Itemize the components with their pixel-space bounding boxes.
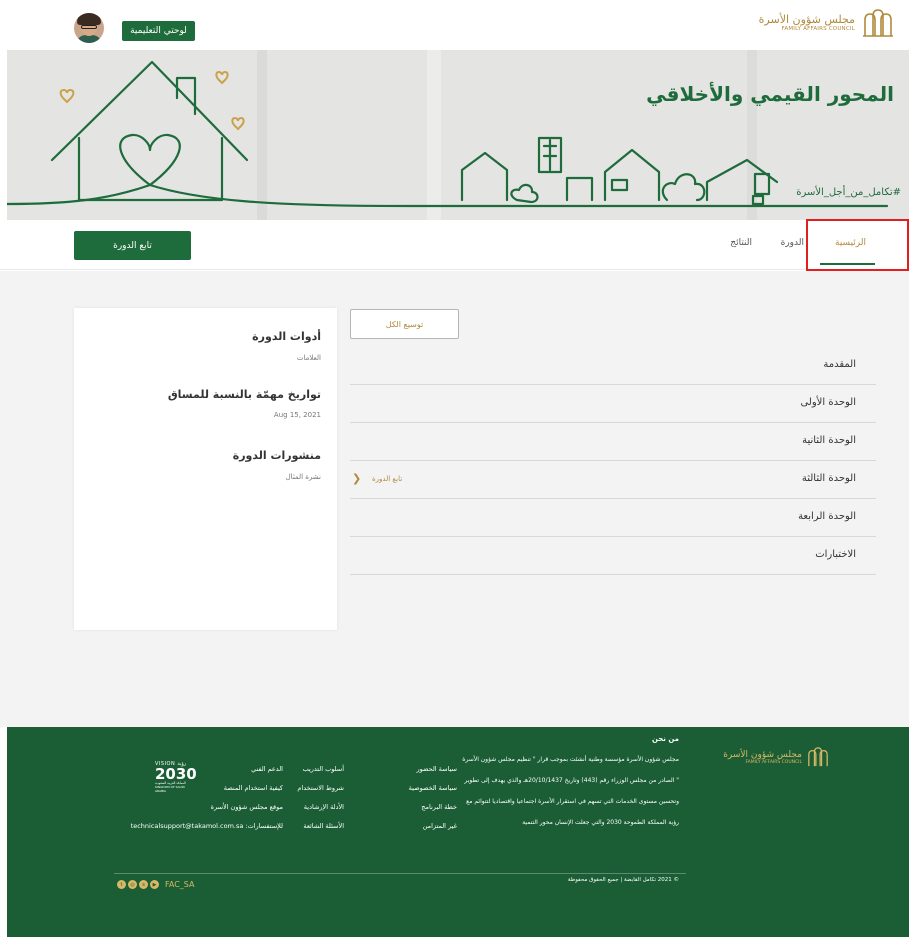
unit-1[interactable]: الوحدة الأولى — [350, 385, 876, 423]
footer-logo[interactable]: مجلس شؤون الأسرة FAMILY AFFAIRS COUNCIL — [723, 745, 830, 769]
unit-name: الوحدة الأولى — [800, 397, 856, 408]
about-text: مجلس شؤون الأسرة مؤسسة وطنية أنشئت بموجب… — [462, 756, 679, 826]
unit-intro[interactable]: المقدمة — [350, 347, 876, 385]
unit-name: المقدمة — [823, 359, 856, 370]
footer-links-col-2: أسلوب التدريب شروط الاستخدام الأدلة الإر… — [297, 765, 344, 841]
unit-name: الوحدة الثانية — [802, 435, 856, 446]
family-council-logo-icon — [808, 747, 828, 767]
footer-link[interactable]: غير المتزامن — [409, 822, 457, 841]
tab-course[interactable]: الدورة — [781, 238, 804, 248]
vision-year: 2030 — [155, 765, 197, 783]
unit-name: الوحدة الثالثة — [801, 473, 856, 484]
logo-english-text: FAMILY AFFAIRS COUNCIL — [781, 26, 855, 33]
resume-course-link[interactable]: تابع الدورة — [372, 475, 402, 483]
expand-all-button[interactable]: توسيع الكل — [350, 309, 459, 339]
footer-link[interactable]: شروط الاستخدام — [297, 784, 344, 803]
course-main-area: أدوات الدورة العلامات تواريخ مهمّة بالنس… — [0, 271, 909, 727]
twitter-icon[interactable]: t — [117, 880, 126, 889]
important-dates-title: تواريخ مهمّة بالنسبة للمساق — [167, 388, 321, 401]
instagram-icon[interactable]: ◎ — [128, 880, 137, 889]
vision-2030-logo: VISION رؤية 2030 المملكة العربية السعودي… — [155, 761, 197, 793]
footer-link[interactable]: سياسة الحضور — [409, 765, 457, 784]
course-title: المحور القيمي والأخلاقي — [646, 82, 894, 106]
about-title: من نحن — [651, 735, 679, 743]
footer-divider — [114, 873, 686, 874]
course-posts-title: منشورات الدورة — [232, 449, 321, 462]
highlight-annotation-box — [806, 219, 909, 271]
course-banner: المحور القيمي والأخلاقي #تكامل_من_أجل_ال… — [7, 50, 909, 220]
footer-logo-english: FAMILY AFFAIRS COUNCIL — [745, 759, 802, 765]
family-council-logo-icon — [863, 9, 893, 37]
footer-link[interactable]: أسلوب التدريب — [297, 765, 344, 784]
unit-name: الاختبارات — [815, 549, 856, 560]
unit-2[interactable]: الوحدة الثانية — [350, 423, 876, 461]
footer-link[interactable]: الأسئلة الشائعة — [297, 822, 344, 841]
chevron-left-icon[interactable]: ❮ — [352, 472, 361, 485]
social-handle: FAC_SA — [165, 880, 195, 889]
unit-4[interactable]: الوحدة الرابعة — [350, 499, 876, 537]
bookmarks-link[interactable]: العلامات — [297, 354, 321, 362]
footer-link[interactable]: الأدلة الإرشادية — [297, 803, 344, 822]
copyright-text: © 2021 تكامل القابضة | جميع الحقوق محفوظ… — [567, 877, 679, 883]
course-tools-title: أدوات الدورة — [252, 330, 321, 343]
footer-links-col-1: سياسة الحضور سياسة الخصوصية خطة البرنامج… — [409, 765, 457, 841]
course-info-card: أدوات الدورة العلامات تواريخ مهمّة بالنس… — [74, 308, 337, 630]
course-units-list: المقدمة الوحدة الأولى الوحدة الثانية الو… — [350, 347, 876, 575]
site-logo[interactable]: مجلس شؤون الأسرة FAMILY AFFAIRS COUNCIL — [759, 6, 895, 40]
unit-3[interactable]: الوحدة الثالثة تابع الدورة ❮ — [350, 461, 876, 499]
footer-link[interactable]: خطة البرنامج — [409, 803, 457, 822]
footer-link[interactable]: سياسة الخصوصية — [409, 784, 457, 803]
my-dashboard-button[interactable]: لوحتي التعليمية — [122, 21, 195, 41]
follow-course-button[interactable]: تابع الدورة — [74, 231, 191, 260]
tab-results[interactable]: النتائج — [730, 238, 752, 248]
unit-name: الوحدة الرابعة — [798, 511, 856, 522]
social-links: t ◎ s ▶ FAC_SA — [117, 880, 194, 889]
youtube-icon[interactable]: ▶ — [150, 880, 159, 889]
course-tabs-bar: تابع الدورة الرئيسية الدورة النتائج — [0, 220, 909, 270]
snapchat-icon[interactable]: s — [139, 880, 148, 889]
course-date: Aug 15, 2021 — [273, 411, 321, 419]
banner-illustration — [7, 50, 909, 220]
top-header: لوحتي التعليمية مجلس شؤون الأسرة FAMILY … — [0, 0, 909, 50]
footer-link[interactable]: للإستفسارات: technicalsupport@takamol.co… — [131, 822, 283, 841]
user-avatar[interactable] — [74, 13, 104, 43]
logo-arabic-text: مجلس شؤون الأسرة — [758, 12, 855, 26]
footer-link[interactable]: الدعم الفني — [131, 765, 283, 784]
footer-logo-arabic: مجلس شؤون الأسرة — [723, 749, 802, 760]
footer-link[interactable]: موقع مجلس شؤون الأسرة — [131, 803, 283, 822]
site-footer: مجلس شؤون الأسرة FAMILY AFFAIRS COUNCIL … — [7, 727, 909, 937]
footer-links-col-3: الدعم الفني كيفية استخدام المنصة موقع مج… — [131, 765, 283, 841]
sample-post-link[interactable]: نشرة المثال — [286, 473, 321, 481]
about-section: من نحن مجلس شؤون الأسرة مؤسسة وطنية أنشئ… — [459, 735, 679, 833]
unit-exams[interactable]: الاختبارات — [350, 537, 876, 575]
footer-link[interactable]: كيفية استخدام المنصة — [131, 784, 283, 803]
course-hashtag: #تكامل_من_أجل_الأسرة — [796, 187, 901, 198]
